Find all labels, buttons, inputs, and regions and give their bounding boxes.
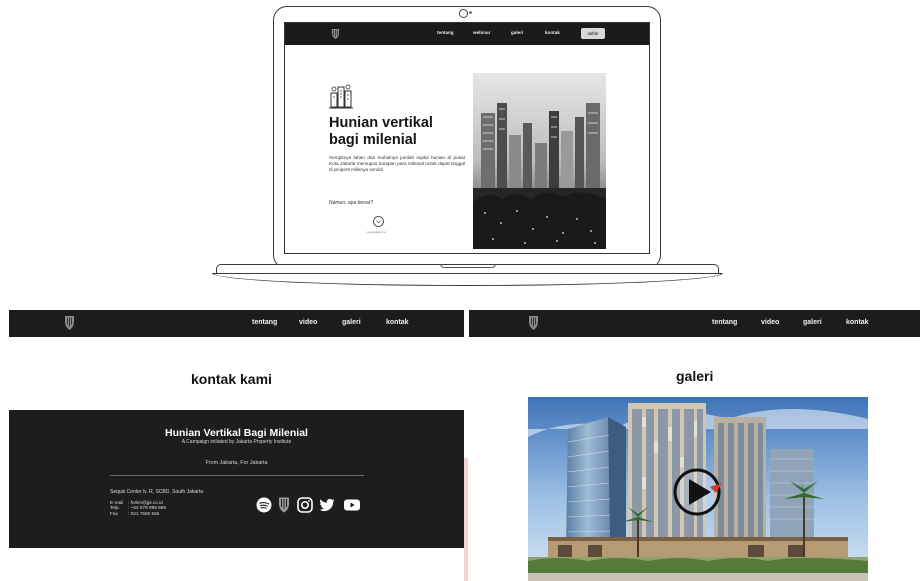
gallery-video-thumbnail[interactable] (528, 397, 868, 581)
nav-kontak[interactable]: kontak (386, 319, 409, 326)
footer-subtitle: A Campaign initiated by Jakarta Property… (181, 439, 292, 445)
camera-light (469, 11, 472, 14)
kontak-section-title: kontak kami (191, 371, 272, 387)
screen-nav-tentang[interactable]: tentang (437, 30, 454, 35)
contact-fax-value: : 021 7665 556 (128, 510, 160, 516)
footer-title: Hunian Vertikal Bagi Milenial (165, 427, 308, 439)
scroll-label: selengkapnya (367, 230, 386, 234)
city-skyline-photo (473, 73, 606, 249)
youtube-icon[interactable] (343, 496, 361, 514)
laptop-screen: tentang webinar galeri kontak daftar Hun… (284, 22, 650, 254)
laptop-notch (440, 264, 496, 268)
nav-video[interactable]: video (761, 319, 779, 326)
nav-galeri[interactable]: galeri (803, 319, 822, 326)
logo-icon[interactable] (64, 315, 75, 331)
scroll-down-icon[interactable] (373, 216, 384, 227)
footer-divider (110, 475, 364, 476)
nav-video[interactable]: video (299, 319, 317, 326)
screen-navbar: tentang webinar galeri kontak daftar (285, 23, 649, 45)
instagram-icon[interactable] (296, 496, 314, 514)
buildings-icon (329, 84, 353, 109)
twitter-icon[interactable] (318, 496, 336, 514)
daftar-button[interactable]: daftar (581, 28, 605, 39)
contact-fax-label: Fax (110, 510, 118, 516)
logo-icon[interactable] (331, 28, 340, 40)
footer-tagline: From Jakarta, For Jakarta (205, 460, 268, 466)
spotify-icon[interactable] (255, 496, 273, 514)
camera-icon (459, 9, 468, 18)
galeri-section-title: galeri (676, 368, 714, 384)
screen-nav-kontak[interactable]: kontak (545, 30, 560, 35)
nav-galeri[interactable]: galeri (342, 319, 361, 326)
contact-fax: Fax : 021 7665 556 (110, 511, 166, 516)
hero-title: Hunian vertikal bagi milenial (329, 115, 469, 149)
screen-nav-webinar[interactable]: webinar (473, 30, 490, 35)
hero-description: Sempitnya lahan dan mahalnya jumlah supl… (329, 155, 465, 172)
logo-icon[interactable] (528, 315, 539, 331)
footer-address: Sequis Center lv. R, SCBD, South Jakarta (110, 489, 204, 495)
nav-kontak[interactable]: kontak (846, 319, 869, 326)
footer-contacts: E-mail: hvbm@jpi.co.id Telp.: +62 878 99… (110, 500, 166, 516)
nav-tentang[interactable]: tentang (252, 319, 277, 326)
jpi-logo-icon[interactable] (275, 496, 293, 514)
nav-tentang[interactable]: tentang (712, 319, 737, 326)
hero-title-line1: Hunian vertikal (329, 115, 433, 131)
laptop-base (212, 273, 723, 286)
screen-nav-galeri[interactable]: galeri (511, 30, 523, 35)
panel-edge (464, 458, 468, 581)
hero-question: Namun, apa benar? (329, 200, 374, 206)
hero-title-line2: bagi milenial (329, 132, 417, 148)
